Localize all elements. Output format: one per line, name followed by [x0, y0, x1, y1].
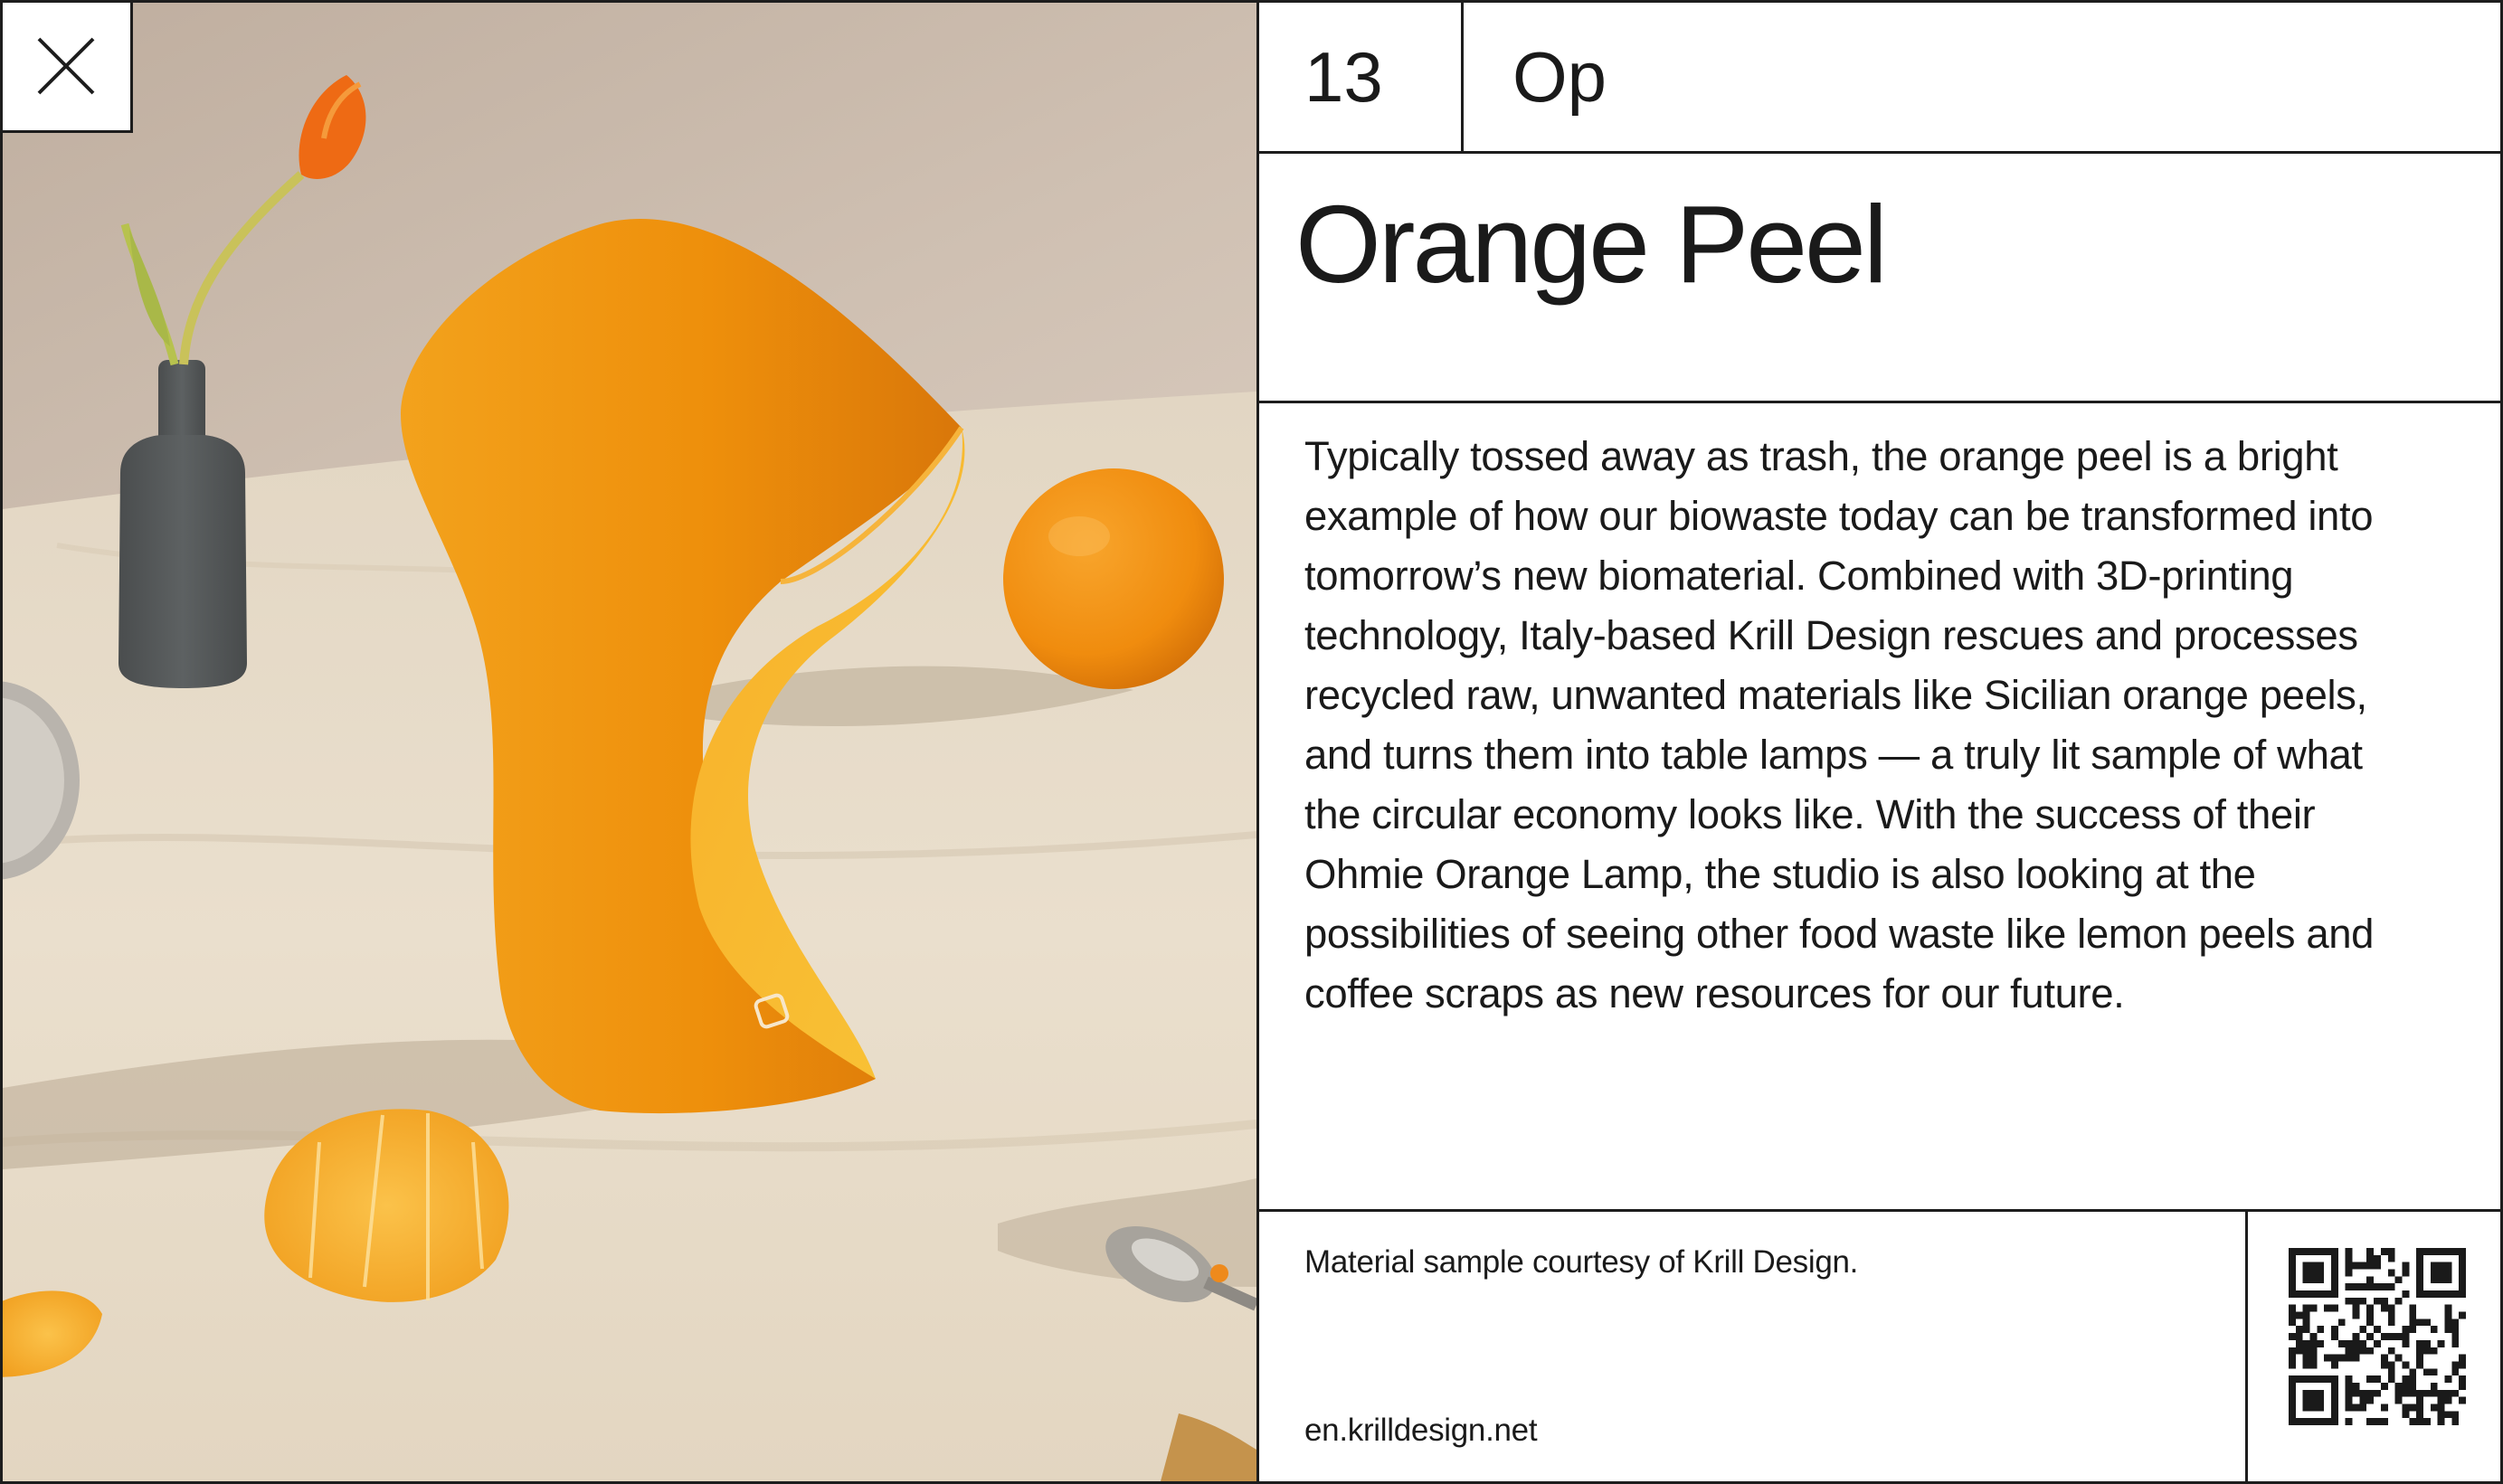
sample-number: 13: [1259, 3, 1464, 151]
qr-cell: [2245, 1212, 2500, 1481]
close-button[interactable]: [3, 3, 133, 133]
product-photo: [3, 3, 1256, 1481]
info-panel: 13 Op Orange Peel Typically tossed away …: [1256, 3, 2500, 1481]
footer-row: Material sample courtesy of Krill Design…: [1259, 1212, 2500, 1481]
material-description: Typically tossed away as trash, the oran…: [1304, 433, 2375, 1016]
close-icon: [37, 37, 95, 95]
description-row: Typically tossed away as trash, the oran…: [1259, 403, 2500, 1212]
sample-id-row: 13 Op: [1259, 3, 2500, 154]
sample-symbol: Op: [1512, 37, 1607, 117]
qr-code-icon[interactable]: [2289, 1248, 2466, 1425]
title-row: Orange Peel: [1259, 154, 2500, 403]
credit-text: Material sample courtesy of Krill Design…: [1304, 1244, 1859, 1280]
website-link[interactable]: en.krilldesign.net: [1304, 1413, 1538, 1449]
material-card: 13 Op Orange Peel Typically tossed away …: [0, 0, 2503, 1484]
material-title: Orange Peel: [1295, 183, 1888, 306]
